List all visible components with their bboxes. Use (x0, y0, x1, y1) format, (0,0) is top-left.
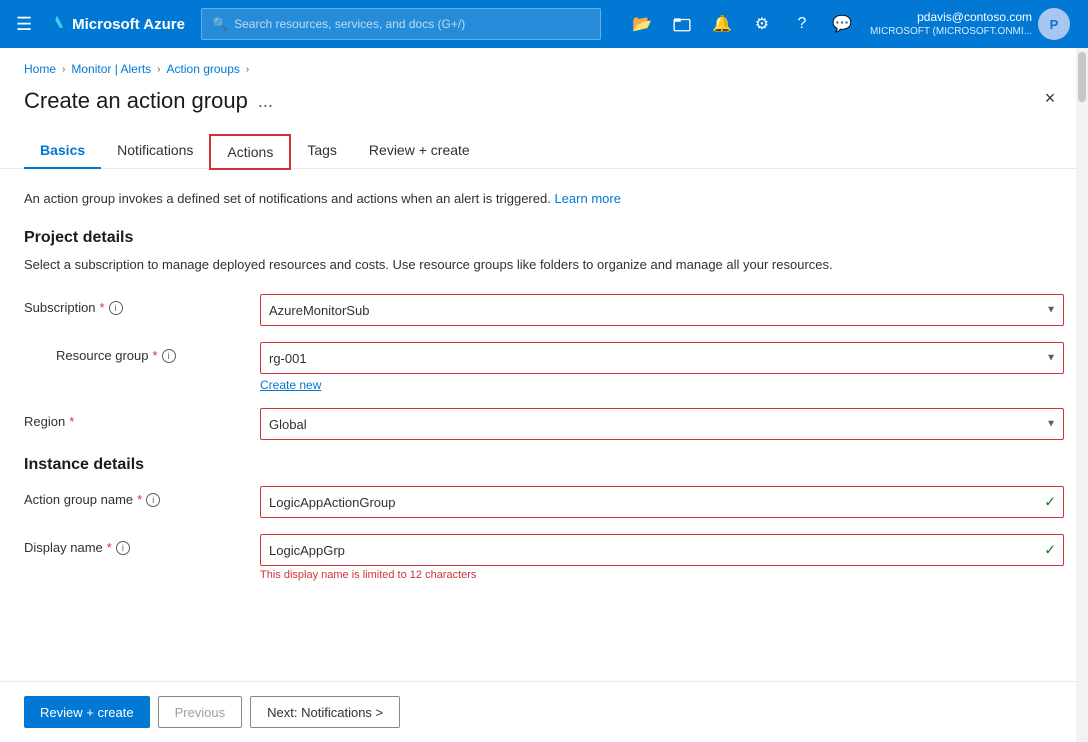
more-options-icon[interactable]: ... (258, 91, 273, 112)
action-group-name-label-col: Action group name * i (24, 486, 244, 507)
region-dropdown-wrapper: Global ▼ (260, 408, 1064, 440)
tab-actions[interactable]: Actions (209, 134, 291, 170)
breadcrumb: Home › Monitor | Alerts › Action groups … (0, 48, 1088, 84)
subscription-info-icon[interactable]: i (109, 301, 123, 315)
subscription-dropdown-wrapper: AzureMonitorSub ▼ (260, 294, 1064, 326)
display-name-input-col: ✓ This display name is limited to 12 cha… (260, 534, 1064, 581)
display-name-row: Display name * i ✓ This display name is … (24, 534, 1064, 581)
region-input-col: Global ▼ (260, 408, 1064, 440)
breadcrumb-sep-1: › (62, 64, 65, 75)
subscription-label-col: Subscription * i (24, 294, 244, 315)
breadcrumb-sep-2: › (157, 64, 160, 75)
project-details-title: Project details (24, 229, 1064, 247)
display-name-check-icon: ✓ (1044, 542, 1056, 559)
resource-group-info-icon[interactable]: i (162, 349, 176, 363)
action-group-name-input[interactable] (260, 486, 1064, 518)
user-name: pdavis@contoso.com (870, 10, 1032, 26)
subscription-input-col: AzureMonitorSub ▼ (260, 294, 1064, 326)
page-header: Create an action group ... × (0, 84, 1088, 114)
search-icon: 🔍 (212, 16, 228, 32)
hamburger-menu[interactable]: ☰ (12, 10, 36, 39)
region-row: Region * Global ▼ (24, 408, 1064, 440)
region-required: * (69, 414, 74, 429)
search-bar[interactable]: 🔍 Search resources, services, and docs (… (201, 8, 601, 40)
tab-bar: Basics Notifications Actions Tags Review… (0, 114, 1088, 169)
user-menu[interactable]: pdavis@contoso.com MICROSOFT (MICROSOFT.… (864, 8, 1076, 40)
display-name-wrapper: ✓ (260, 534, 1064, 566)
resource-group-label: Resource group (56, 348, 149, 363)
close-button[interactable]: × (1036, 84, 1064, 112)
breadcrumb-action-groups[interactable]: Action groups (167, 62, 240, 76)
display-name-label: Display name (24, 540, 103, 555)
tab-notifications[interactable]: Notifications (101, 134, 209, 169)
resource-group-required: * (153, 348, 158, 363)
review-create-button[interactable]: Review + create (24, 696, 150, 728)
scrollbar-thumb[interactable] (1078, 52, 1086, 102)
resource-group-dropdown-wrapper: rg-001 ▼ (260, 342, 1064, 374)
resource-group-dropdown[interactable]: rg-001 (260, 342, 1064, 374)
resource-group-input-col: rg-001 ▼ Create new (260, 342, 1064, 392)
resource-group-label-col: Resource group * i (24, 342, 244, 363)
region-label-col: Region * (24, 408, 244, 429)
azure-logo: Microsoft Azure (44, 14, 185, 34)
user-org: MICROSOFT (MICROSOFT.ONMI... (870, 25, 1032, 38)
topbar-icons: ️📂 🔔 ⚙ ? 💬 pdavis@contoso.com MICROSOFT … (624, 6, 1076, 42)
search-placeholder: Search resources, services, and docs (G+… (234, 17, 465, 31)
action-group-name-label: Action group name (24, 492, 133, 507)
subscription-label: Subscription (24, 300, 96, 315)
action-group-name-input-col: ✓ (260, 486, 1064, 518)
user-avatar: P (1038, 8, 1070, 40)
tab-review-create[interactable]: Review + create (353, 134, 486, 169)
region-label: Region (24, 414, 65, 429)
cloud-shell-icon[interactable]: ️📂 (624, 6, 660, 42)
display-name-required: * (107, 540, 112, 555)
notifications-icon[interactable]: 🔔 (704, 6, 740, 42)
footer: Review + create Previous Next: Notificat… (0, 681, 1088, 742)
learn-more-link[interactable]: Learn more (554, 191, 620, 206)
topbar: ☰ Microsoft Azure 🔍 Search resources, se… (0, 0, 1088, 48)
settings-icon[interactable]: ⚙ (744, 6, 780, 42)
display-name-label-col: Display name * i (24, 534, 244, 555)
main-content: Home › Monitor | Alerts › Action groups … (0, 48, 1088, 742)
display-name-hint: This display name is limited to 12 chara… (260, 569, 1064, 581)
instance-details-title: Instance details (24, 456, 1064, 474)
directory-icon[interactable] (664, 6, 700, 42)
help-icon[interactable]: ? (784, 6, 820, 42)
subscription-row: Subscription * i AzureMonitorSub ▼ (24, 294, 1064, 326)
feedback-icon[interactable]: 💬 (824, 6, 860, 42)
subscription-required: * (100, 300, 105, 315)
tab-tags[interactable]: Tags (291, 134, 353, 169)
resource-group-row: Resource group * i rg-001 ▼ Create new (24, 342, 1064, 392)
action-group-name-row: Action group name * i ✓ (24, 486, 1064, 518)
previous-button[interactable]: Previous (158, 696, 243, 728)
breadcrumb-monitor[interactable]: Monitor | Alerts (71, 62, 151, 76)
breadcrumb-sep-3: › (246, 64, 249, 75)
tab-basics[interactable]: Basics (24, 134, 101, 169)
scrollbar-track[interactable] (1076, 48, 1088, 742)
form-description: An action group invokes a defined set of… (24, 189, 1064, 209)
display-name-input[interactable] (260, 534, 1064, 566)
azure-logo-icon (44, 14, 64, 34)
action-group-name-required: * (137, 492, 142, 507)
subscription-dropdown[interactable]: AzureMonitorSub (260, 294, 1064, 326)
form-content: An action group invokes a defined set of… (0, 169, 1088, 681)
next-button[interactable]: Next: Notifications > (250, 696, 400, 728)
breadcrumb-home[interactable]: Home (24, 62, 56, 76)
action-group-name-check-icon: ✓ (1044, 494, 1056, 511)
action-group-name-info-icon[interactable]: i (146, 493, 160, 507)
project-details-desc: Select a subscription to manage deployed… (24, 255, 1064, 275)
region-dropdown[interactable]: Global (260, 408, 1064, 440)
action-group-name-wrapper: ✓ (260, 486, 1064, 518)
logo-text: Microsoft Azure (72, 16, 185, 33)
create-new-link[interactable]: Create new (260, 378, 321, 392)
display-name-info-icon[interactable]: i (116, 541, 130, 555)
page-title: Create an action group (24, 88, 248, 114)
